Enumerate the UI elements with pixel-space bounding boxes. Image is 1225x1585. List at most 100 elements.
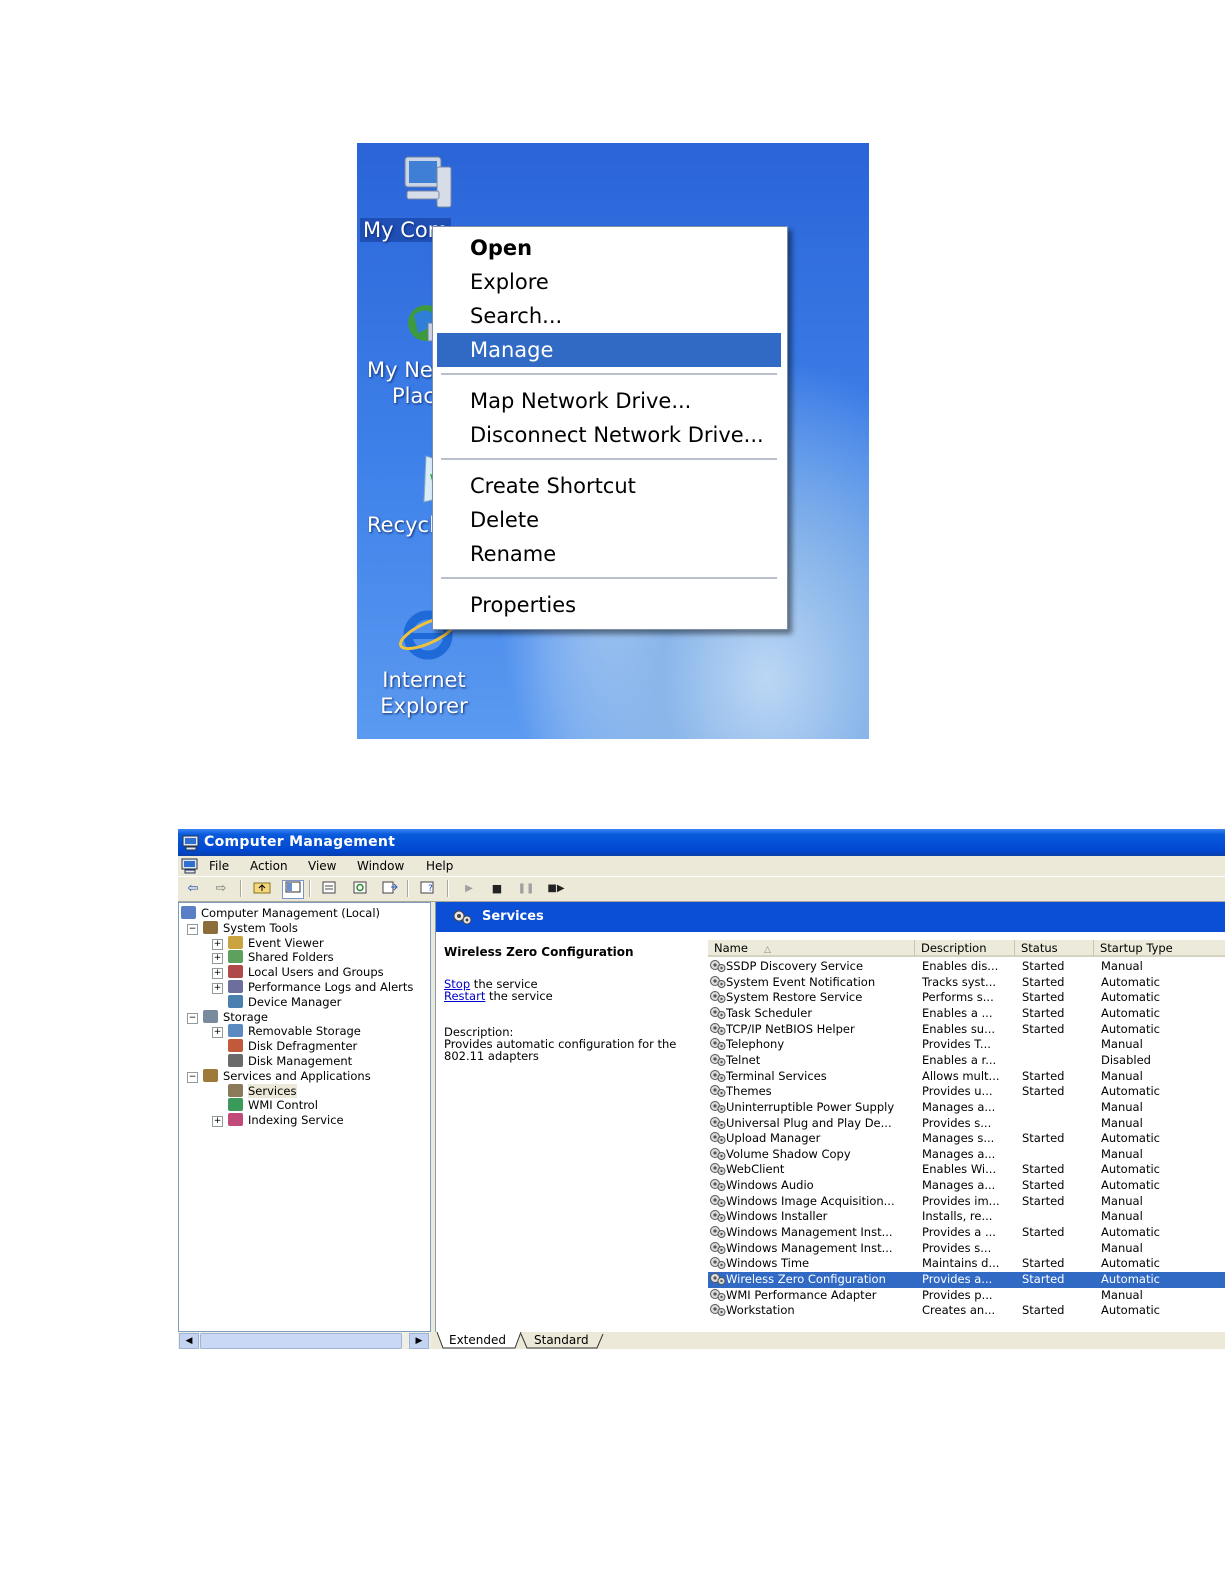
menu-item-manage[interactable]: Manage [437,333,781,367]
start-service-icon[interactable]: ▶ [459,880,479,897]
tree-node[interactable]: Storage [203,1009,268,1025]
restart-service-link[interactable]: Restart [444,989,485,1003]
service-row[interactable]: Windows Time Maintains d... Started Automat… [708,1256,1225,1272]
tree-node-label: Disk Management [248,1054,353,1068]
tree-expander[interactable]: + [212,1027,223,1039]
scroll-thumb[interactable] [200,1333,402,1349]
help-icon[interactable]: ? [418,880,438,897]
tree-node[interactable]: Computer Management (Local) [181,906,380,921]
service-startup-type: Manual [1101,1287,1143,1302]
service-row[interactable]: System Restore Service Performs s... Start… [708,990,1225,1006]
menu-item-properties[interactable]: Properties [437,588,781,622]
column-header-description[interactable]: Description [915,940,1015,957]
menu-action[interactable]: Action [250,856,288,876]
service-row[interactable]: Themes Provides u... Started Automatic [708,1084,1225,1100]
service-row[interactable]: Windows Installer Installs, re... Manual [708,1209,1225,1225]
menu-view[interactable]: View [308,856,336,876]
service-row[interactable]: Uninterruptible Power Supply Manages a...… [708,1100,1225,1116]
tree-expander[interactable]: − [187,1012,198,1024]
forward-arrow-icon[interactable]: ⇨ [211,880,231,897]
service-description: Enables a ... [922,1005,993,1020]
tree-node[interactable]: System Tools [203,920,298,936]
menu-file[interactable]: File [209,856,229,876]
service-row[interactable]: Task Scheduler Enables a ... Started Automa… [708,1006,1225,1022]
service-row[interactable]: Windows Management Inst... Provides a ...… [708,1225,1225,1241]
tree-node[interactable]: Services [228,1083,297,1099]
stop-service-icon[interactable]: ■ [487,880,507,897]
tab-standard[interactable]: Standard [534,1332,589,1349]
menu-window[interactable]: Window [357,856,404,876]
tree-expander[interactable]: + [212,953,223,965]
tree-expander[interactable]: − [187,1071,198,1083]
pause-service-icon[interactable]: ❚❚ [516,880,536,897]
service-row[interactable]: Wireless Zero Configuration Provides a...… [708,1272,1225,1288]
menu-separator [441,373,777,375]
export-list-icon[interactable] [380,880,400,897]
service-row[interactable]: Telephony Provides T... Manual [708,1037,1225,1053]
show-hide-tree-icon[interactable] [282,880,304,899]
scroll-right-button[interactable]: ▶ [409,1333,429,1349]
service-row[interactable]: WMI Performance Adapter Provides p... Manu… [708,1288,1225,1304]
service-row[interactable]: Workstation Creates an... Started Automatic [708,1303,1225,1319]
scroll-left-button[interactable]: ◀ [179,1333,199,1349]
up-folder-icon[interactable] [252,880,272,897]
service-row[interactable]: System Event Notification Tracks syst... S… [708,975,1225,991]
column-header-startup-type[interactable]: Startup Type [1094,940,1225,957]
view-tabs: Extended Standard [435,1332,1225,1349]
tree-node[interactable]: Disk Defragmenter [228,1039,357,1054]
service-row[interactable]: WebClient Enables Wi... Started Automatic [708,1162,1225,1178]
tree-node-icon [203,1009,218,1023]
column-header-name[interactable]: Name △ [708,940,915,957]
menu-item-delete[interactable]: Delete [437,503,781,537]
tree-node[interactable]: Shared Folders [228,950,334,965]
menu-item-map-network-drive[interactable]: Map Network Drive... [437,384,781,418]
tree-expander[interactable]: + [212,1116,223,1128]
service-row[interactable]: Windows Image Acquisition... Provides im.… [708,1194,1225,1210]
service-description: Creates an... [922,1303,996,1318]
service-startup-type: Automatic [1101,974,1160,989]
service-row[interactable]: Upload Manager Manages s... Started Automat… [708,1131,1225,1147]
menu-item-disconnect-network-drive[interactable]: Disconnect Network Drive... [437,418,781,452]
service-row[interactable]: SSDP Discovery Service Enables dis... Star… [708,959,1225,975]
service-description: Provides im... [922,1193,1000,1208]
service-row[interactable]: Windows Management Inst... Provides s... M… [708,1241,1225,1257]
menu-item-create-shortcut[interactable]: Create Shortcut [437,469,781,503]
tree-node[interactable]: Removable Storage [228,1024,361,1039]
tree-node[interactable]: Services and Applications [203,1068,371,1084]
title-bar[interactable]: Computer Management [178,829,1225,856]
tree-expander[interactable]: + [212,983,223,994]
service-row[interactable]: Volume Shadow Copy Manages a... Manual [708,1147,1225,1163]
tree-node-label: Computer Management (Local) [201,906,381,920]
refresh-icon[interactable] [350,880,370,897]
tree-expander[interactable]: + [212,938,223,950]
service-row[interactable]: TCP/IP NetBIOS Helper Enables su... Starte… [708,1022,1225,1038]
tree-node[interactable]: Event Viewer [228,935,324,951]
service-row[interactable]: Universal Plug and Play De... Provides s.… [708,1116,1225,1132]
tree-node[interactable]: WMI Control [228,1098,318,1113]
menu-item-explore[interactable]: Explore [437,265,781,299]
restart-service-icon[interactable]: ■▶ [546,880,566,897]
service-row[interactable]: Windows Audio Manages a... Started Automati… [708,1178,1225,1194]
properties-icon[interactable] [319,880,339,897]
menu-item-open[interactable]: Open [437,231,781,265]
restart-service-text: the service [485,989,553,1003]
back-arrow-icon[interactable]: ⇦ [183,880,203,897]
tree-expander[interactable]: − [187,923,198,935]
service-status: Started [1022,1303,1065,1318]
service-row[interactable]: Terminal Services Allows mult... Started Ma… [708,1069,1225,1085]
menu-item-rename[interactable]: Rename [437,537,781,571]
menu-help[interactable]: Help [426,856,453,876]
tree-node-icon [228,1039,243,1053]
service-row[interactable]: Telnet Enables a r... Disabled [708,1053,1225,1069]
tree-node[interactable]: Disk Management [228,1054,352,1069]
tree-node[interactable]: Local Users and Groups [228,965,384,980]
column-header-status[interactable]: Status [1015,940,1094,957]
tree-expander[interactable]: + [212,968,223,980]
menu-item-search[interactable]: Search... [437,299,781,333]
tree-node[interactable]: Device Manager [228,994,341,1010]
tab-extended[interactable]: Extended [449,1332,506,1349]
tree-node[interactable]: Performance Logs and Alerts [228,980,413,995]
tree-horizontal-scrollbar[interactable]: ◀ ▶ [178,1332,431,1349]
desktop-icon-label: Explorer [380,694,468,718]
tree-node[interactable]: Indexing Service [228,1113,344,1128]
